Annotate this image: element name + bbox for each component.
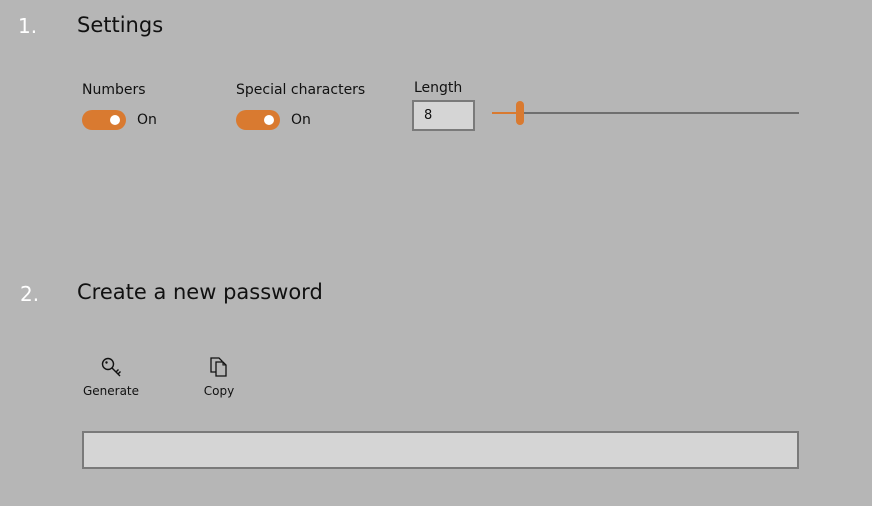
special-characters-toggle-knob bbox=[264, 115, 274, 125]
copy-icon bbox=[210, 357, 227, 377]
copy-button[interactable]: Copy bbox=[184, 356, 254, 408]
length-slider-track bbox=[492, 112, 799, 114]
settings-section-title: Settings bbox=[77, 13, 164, 37]
length-input[interactable] bbox=[412, 100, 475, 131]
password-output-field[interactable] bbox=[82, 431, 799, 469]
key-icon bbox=[101, 357, 121, 377]
length-label: Length bbox=[414, 80, 463, 96]
special-characters-label: Special characters bbox=[236, 82, 366, 98]
generate-button-label: Generate bbox=[82, 384, 140, 398]
length-slider[interactable] bbox=[492, 100, 799, 126]
length-slider-thumb[interactable] bbox=[516, 101, 524, 125]
special-characters-toggle-state: On bbox=[291, 112, 311, 128]
numbers-toggle[interactable] bbox=[82, 110, 126, 130]
settings-section-number: 1. bbox=[18, 14, 38, 38]
numbers-label: Numbers bbox=[82, 82, 146, 98]
create-section-number: 2. bbox=[20, 282, 40, 306]
special-characters-toggle[interactable] bbox=[236, 110, 280, 130]
generate-button[interactable]: Generate bbox=[76, 356, 146, 408]
create-section-title: Create a new password bbox=[77, 280, 323, 304]
numbers-toggle-state: On bbox=[137, 112, 157, 128]
copy-button-label: Copy bbox=[203, 384, 235, 398]
numbers-toggle-knob bbox=[110, 115, 120, 125]
